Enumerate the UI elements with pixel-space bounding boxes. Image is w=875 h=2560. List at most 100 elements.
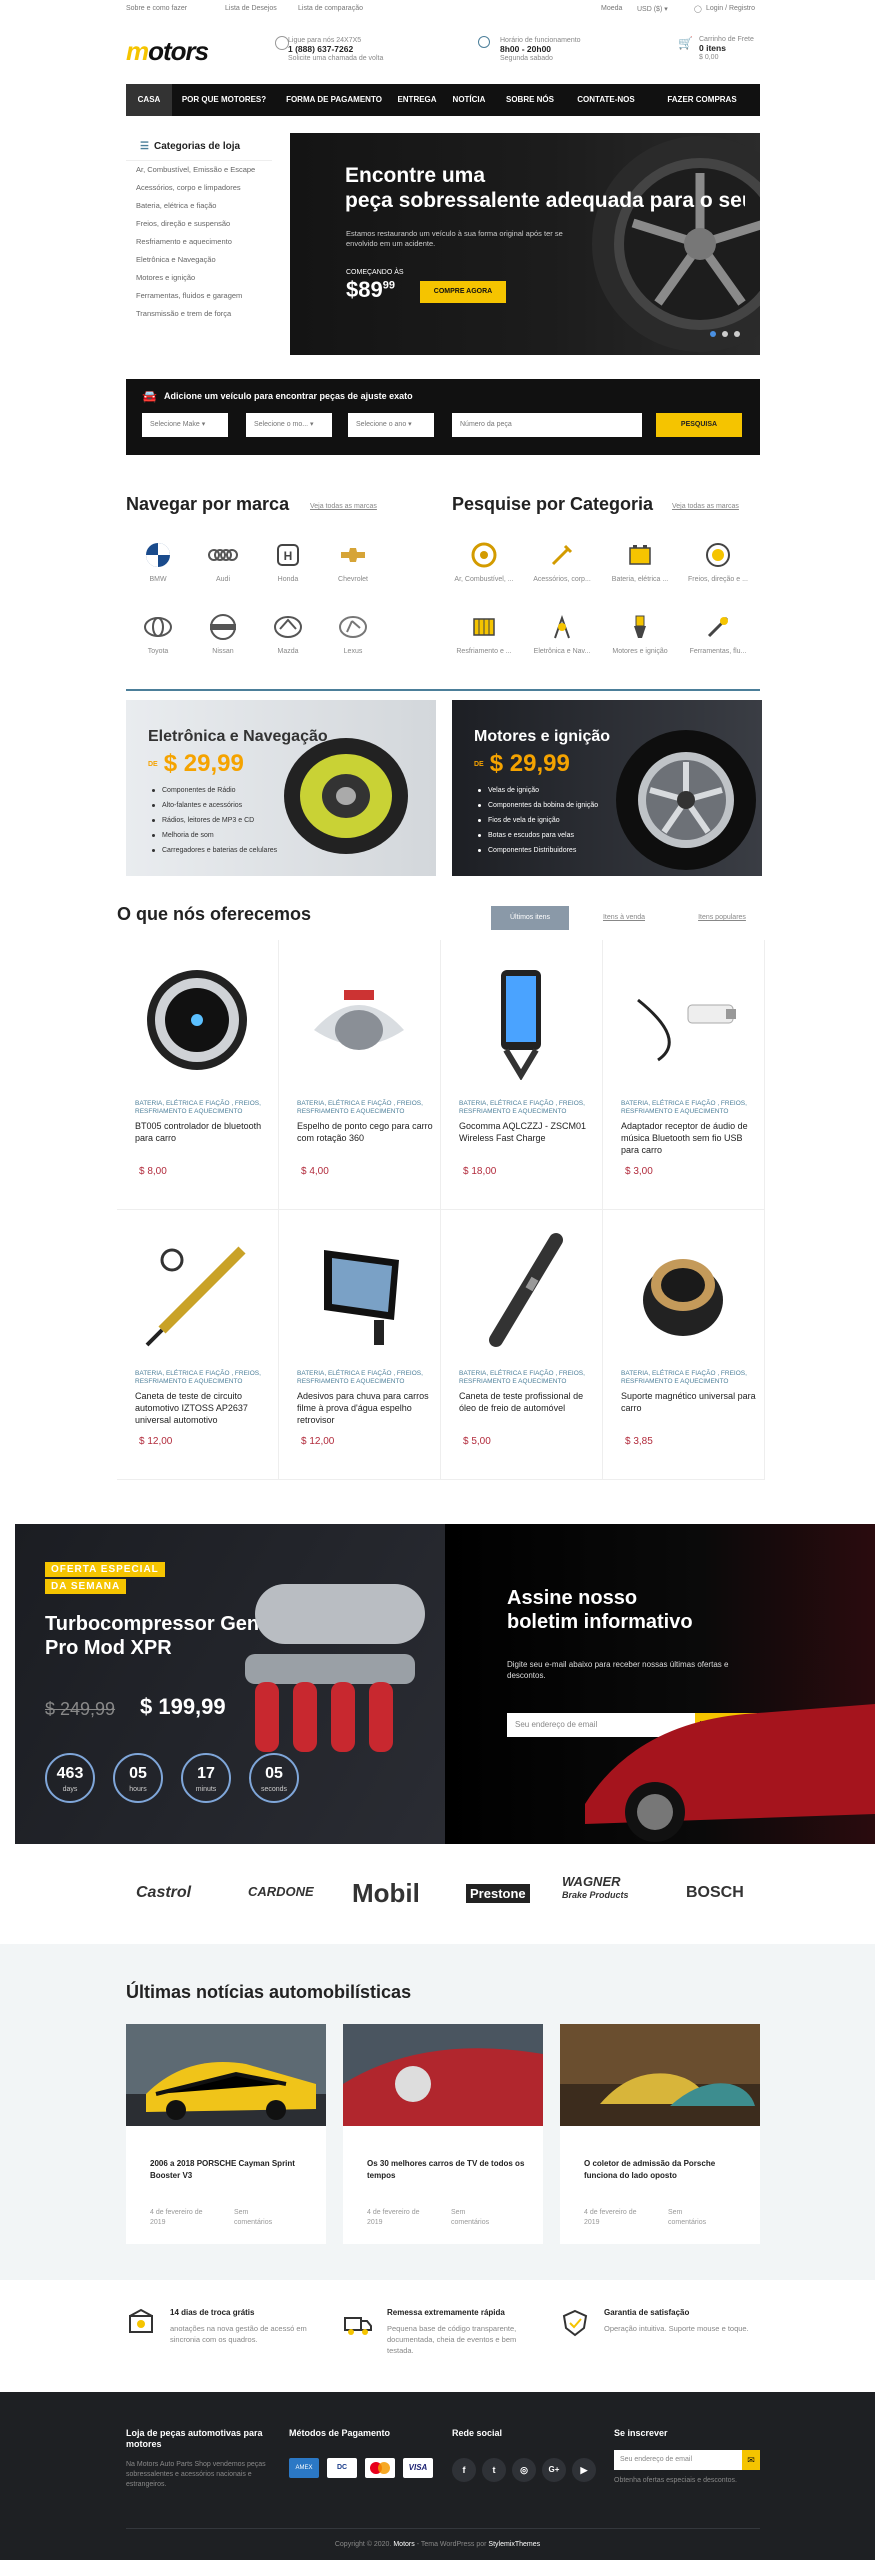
product-image[interactable] — [142, 1230, 252, 1350]
envelope-icon[interactable]: ✉ — [742, 2450, 760, 2470]
product-card[interactable]: BATERIA, ELÉTRICA E FIAÇÃO , FREIOS, RES… — [117, 940, 279, 1210]
brand-item-chevrolet[interactable]: Chevrolet — [321, 540, 385, 583]
product-card[interactable]: BATERIA, ELÉTRICA E FIAÇÃO , FREIOS, RES… — [603, 940, 765, 1210]
brand-item-honda[interactable]: H Honda — [256, 540, 320, 583]
product-category[interactable]: BATERIA, ELÉTRICA E FIAÇÃO , FREIOS, RES… — [135, 1100, 275, 1116]
blog-post[interactable]: Os 30 melhores carros de TV de todos os … — [343, 2024, 543, 2244]
product-card[interactable]: BATERIA, ELÉTRICA E FIAÇÃO , FREIOS, RES… — [441, 940, 603, 1210]
instagram-icon[interactable]: ◎ — [512, 2458, 536, 2482]
product-name[interactable]: Adaptador receptor de áudio de música Bl… — [621, 1120, 761, 1156]
category-item[interactable]: Freios, direção e suspensão — [126, 215, 272, 233]
product-category[interactable]: BATERIA, ELÉTRICA E FIAÇÃO , FREIOS, RES… — [459, 1100, 599, 1116]
logo-castrol[interactable]: Castrol — [136, 1884, 191, 1902]
logo-mobil[interactable]: Mobil — [352, 1878, 420, 1909]
category-item[interactable]: Ferramentas, fluidos e garagem — [126, 287, 272, 305]
product-name[interactable]: BT005 controlador de bluetooth para carr… — [135, 1120, 275, 1144]
brand-item-mazda[interactable]: Mazda — [256, 612, 320, 655]
twitter-icon[interactable]: t — [482, 2458, 506, 2482]
product-card[interactable]: BATERIA, ELÉTRICA E FIAÇÃO , FREIOS, RES… — [117, 1210, 279, 1480]
blog-post[interactable]: O coletor de admissão da Porsche funcion… — [560, 2024, 760, 2244]
category-search-item[interactable]: Eletrônica e Nav... — [530, 612, 594, 655]
blog-post-title[interactable]: 2006 a 2018 PORSCHE Cayman Sprint Booste… — [150, 2158, 310, 2182]
brand-item-lexus[interactable]: Lexus — [321, 612, 385, 655]
logo-wagner[interactable]: WAGNER Brake Products — [562, 1875, 629, 1901]
facebook-icon[interactable]: f — [452, 2458, 476, 2482]
category-item[interactable]: Ar, Combustível, Emissão e Escape — [126, 161, 272, 179]
category-search-item[interactable]: Bateria, elétrica ... — [608, 540, 672, 583]
product-name[interactable]: Caneta de teste profissional de óleo de … — [459, 1390, 599, 1414]
topbar-link-wishlist[interactable]: Lista de Desejos — [225, 5, 277, 12]
product-image[interactable] — [628, 1230, 738, 1350]
cart-icon[interactable]: 🛒 — [678, 36, 693, 50]
tab-latest[interactable]: Últimos itens — [491, 906, 569, 930]
product-image[interactable] — [466, 960, 576, 1080]
product-category[interactable]: BATERIA, ELÉTRICA E FIAÇÃO , FREIOS, RES… — [621, 1370, 761, 1386]
logo-bosch[interactable]: BOSCH — [686, 1884, 744, 1902]
brand-item-toyota[interactable]: Toyota — [126, 612, 190, 655]
slider-dot[interactable] — [722, 331, 728, 337]
nav-home[interactable]: Casa — [126, 84, 172, 116]
category-item[interactable]: Bateria, elétrica e fiação — [126, 197, 272, 215]
category-item[interactable]: Motores e ignição — [126, 269, 272, 287]
currency-select[interactable]: USD ($) ▾ — [637, 5, 668, 13]
slider-dot[interactable] — [734, 331, 740, 337]
product-card[interactable]: BATERIA, ELÉTRICA E FIAÇÃO , FREIOS, RES… — [279, 1210, 441, 1480]
blog-post-image[interactable] — [126, 2024, 326, 2126]
category-search-item[interactable]: Ferramentas, flu... — [686, 612, 750, 655]
product-category[interactable]: BATERIA, ELÉTRICA E FIAÇÃO , FREIOS, RES… — [621, 1100, 761, 1116]
shop-now-button[interactable]: COMPRE AGORA — [420, 281, 506, 303]
product-card[interactable]: BATERIA, ELÉTRICA E FIAÇÃO , FREIOS, RES… — [279, 940, 441, 1210]
product-name[interactable]: Suporte magnético universal para carro — [621, 1390, 761, 1414]
callback-link[interactable]: Solicite uma chamada de volta — [288, 55, 383, 62]
blog-post-title[interactable]: Os 30 melhores carros de TV de todos os … — [367, 2158, 527, 2182]
brand-item-bmw[interactable]: BMW — [126, 540, 190, 583]
product-category[interactable]: BATERIA, ELÉTRICA E FIAÇÃO , FREIOS, RES… — [135, 1370, 275, 1386]
nav-about[interactable]: Sobre nós — [498, 84, 562, 116]
search-button[interactable]: PESQUISA — [656, 413, 742, 437]
brand-item-nissan[interactable]: Nissan — [191, 612, 255, 655]
tab-on-sale[interactable]: Itens à venda — [586, 906, 662, 930]
product-card[interactable]: BATERIA, ELÉTRICA E FIAÇÃO , FREIOS, RES… — [441, 1210, 603, 1480]
footer-email-input[interactable]: Seu endereço de email — [614, 2450, 742, 2470]
product-card[interactable]: BATERIA, ELÉTRICA E FIAÇÃO , FREIOS, RES… — [603, 1210, 765, 1480]
promo-electronics[interactable]: Eletrônica e Navegação DE $ 29,99 Compone… — [126, 700, 436, 876]
make-select[interactable]: Selecione Make ▾ — [142, 413, 228, 437]
blog-post[interactable]: 2006 a 2018 PORSCHE Cayman Sprint Booste… — [126, 2024, 326, 2244]
product-category[interactable]: BATERIA, ELÉTRICA E FIAÇÃO , FREIOS, RES… — [459, 1370, 599, 1386]
promo-engines[interactable]: Motores e ignição DE $ 29,99 Velas de ign… — [452, 700, 762, 876]
product-image[interactable] — [628, 960, 738, 1080]
header-cart[interactable]: Carrinho de Frete 0 itens $ 0,00 — [699, 35, 754, 62]
category-item[interactable]: Acessórios, corpo e limpadores — [126, 179, 272, 197]
slider-dot[interactable] — [710, 331, 716, 337]
nav-delivery[interactable]: Entrega — [394, 84, 440, 116]
product-name[interactable]: Gocomma AQLCZZJ - ZSCM01 Wireless Fast C… — [459, 1120, 599, 1144]
category-item[interactable]: Transmissão e trem de força — [126, 305, 272, 323]
category-search-item[interactable]: Freios, direção e ... — [686, 540, 750, 583]
category-search-item[interactable]: Acessórios, corp... — [530, 540, 594, 583]
site-logo[interactable]: motors — [126, 36, 209, 67]
product-category[interactable]: BATERIA, ELÉTRICA E FIAÇÃO , FREIOS, RES… — [297, 1370, 437, 1386]
logo-cardone[interactable]: CARDONE — [248, 1884, 314, 1899]
product-image[interactable] — [142, 960, 252, 1080]
nav-shop[interactable]: Fazer compras — [648, 84, 756, 116]
youtube-icon[interactable]: ▶ — [572, 2458, 596, 2482]
google-plus-icon[interactable]: G+ — [542, 2458, 566, 2482]
blog-post-title[interactable]: O coletor de admissão da Porsche funcion… — [584, 2158, 744, 2182]
nav-why-motors[interactable]: Por que Motores? — [174, 84, 274, 116]
nav-news[interactable]: Notícia — [444, 84, 494, 116]
product-name[interactable]: Espelho de ponto cego para carro com rot… — [297, 1120, 437, 1144]
model-select[interactable]: Selecione o mo... ▾ — [246, 413, 332, 437]
category-search-item[interactable]: Ar, Combustível, ... — [452, 540, 516, 583]
year-select[interactable]: Selecione o ano ▾ — [348, 413, 434, 437]
product-image[interactable] — [466, 1230, 576, 1350]
product-image[interactable] — [304, 1230, 414, 1350]
product-name[interactable]: Caneta de teste de circuito automotivo I… — [135, 1390, 275, 1426]
topbar-link-about[interactable]: Sobre e como fazer — [126, 5, 187, 12]
nav-payment[interactable]: Forma de pagamento — [278, 84, 390, 116]
logo-prestone[interactable]: Prestone — [466, 1884, 530, 1903]
category-item[interactable]: Resfriamento e aquecimento — [126, 233, 272, 251]
part-number-input[interactable]: Número da peça — [452, 413, 642, 437]
brand-item-audi[interactable]: Audi — [191, 540, 255, 583]
topbar-link-compare[interactable]: Lista de comparação — [298, 5, 363, 12]
all-brands-link[interactable]: Veja todas as marcas — [310, 503, 377, 510]
